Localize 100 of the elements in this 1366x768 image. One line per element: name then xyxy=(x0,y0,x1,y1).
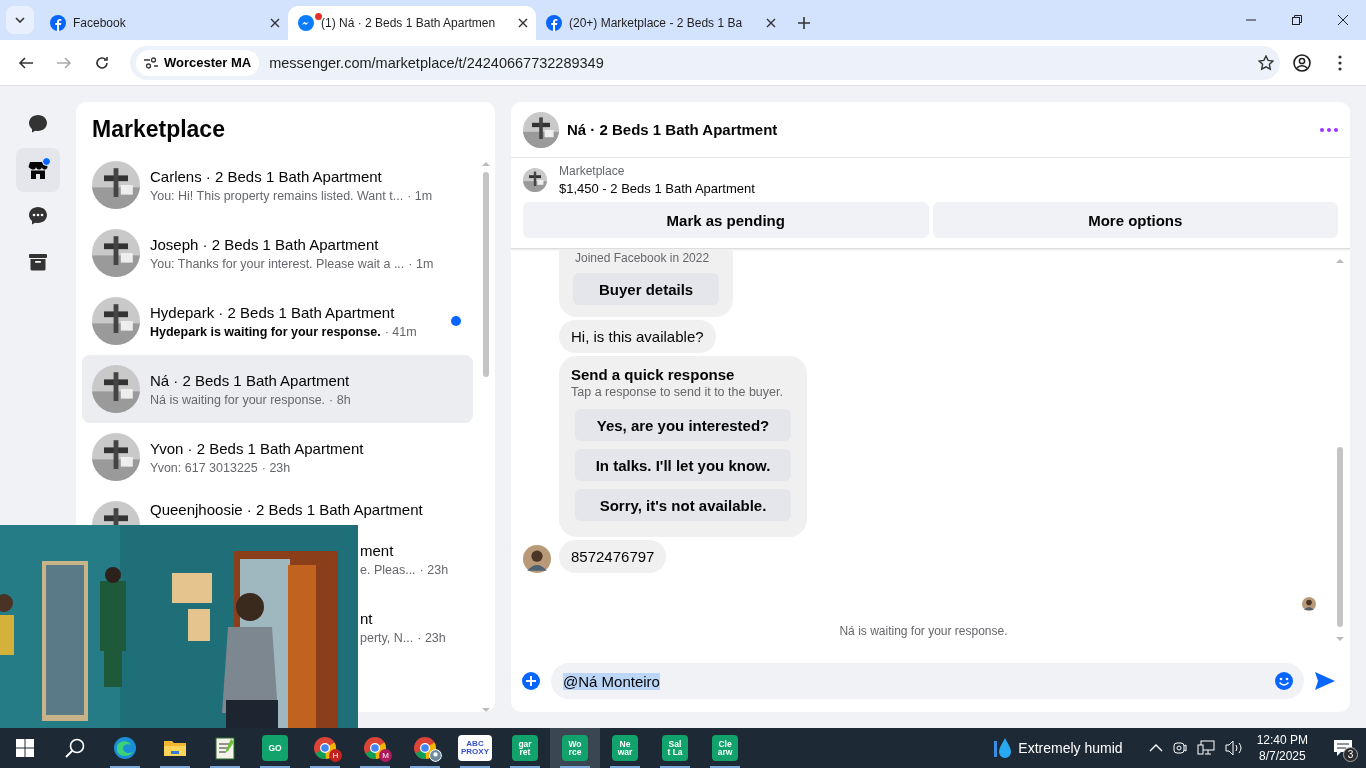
water-drop-icon[interactable] xyxy=(994,737,1013,759)
conversation-title: Ná · 2 Beds 1 Bath Apartment xyxy=(150,371,351,389)
url-text[interactable]: messenger.com/marketplace/t/24240667732289349 xyxy=(269,54,604,71)
search-icon[interactable] xyxy=(65,738,85,758)
buyer-details-button[interactable]: Buyer details xyxy=(573,273,720,305)
conversation-title: nt xyxy=(360,609,374,627)
chat-bubble-icon xyxy=(28,114,48,134)
network-icon[interactable] xyxy=(1196,740,1215,756)
action-button[interactable]: Mark as pending xyxy=(523,202,929,238)
volume-icon[interactable] xyxy=(1224,740,1243,756)
listing-title: $1,450 - 2 Beds 1 Bath Apartment xyxy=(559,181,755,196)
close-icon[interactable] xyxy=(766,18,776,28)
profile-badge-icon xyxy=(429,749,442,762)
message-preview: You: Thanks for your interest. Please wait a ... xyxy=(150,256,405,271)
avatar xyxy=(92,297,140,345)
timestamp: · 1m xyxy=(407,188,433,203)
browser-tab[interactable]: (1) Ná · 2 Beds 1 Bath Apartmen xyxy=(288,6,536,40)
app-tile-icon: Wo rce xyxy=(562,735,588,761)
more-icon[interactable] xyxy=(1320,127,1338,132)
timestamp: · 41m xyxy=(384,324,417,339)
browser-tab[interactable]: (20+) Marketplace - 2 Beds 1 Ba xyxy=(536,6,784,40)
send-icon[interactable] xyxy=(1314,671,1336,691)
storefront-icon xyxy=(28,160,48,180)
reload-icon[interactable] xyxy=(94,54,110,71)
conversation-title: ment xyxy=(360,541,395,559)
app-tile-icon: ABC PROXY xyxy=(458,735,492,761)
card-title: Send a quick response xyxy=(571,366,736,383)
message-preview: Yvon: 617 3013225 xyxy=(150,460,258,475)
quick-reply-button[interactable]: Yes, are you interested? xyxy=(575,409,791,441)
card-subtitle: Tap a response to send it to the buyer. xyxy=(571,385,784,399)
app-logo-icon xyxy=(50,15,66,31)
app-tile-icon: Sal t La xyxy=(662,735,688,761)
taskbar-app[interactable]: M xyxy=(350,728,400,768)
conversation-title: Carlens · 2 Beds 1 Bath Apartment xyxy=(150,167,383,185)
add-icon[interactable] xyxy=(521,671,541,691)
message-preview: You: Hi! This property remains listed. Want t... xyxy=(150,188,404,203)
avatar xyxy=(92,501,140,525)
message-bubble: Hi, is this available? xyxy=(559,320,716,353)
action-button[interactable]: More options xyxy=(932,202,1338,238)
sidebar-button[interactable] xyxy=(16,148,60,192)
conversation-item[interactable]: ment e. Pleas... · 23h xyxy=(354,525,473,593)
chrome-icon xyxy=(363,736,387,760)
close-icon[interactable] xyxy=(518,18,528,28)
weather-text[interactable]: Extremely humid xyxy=(1018,740,1123,756)
browser-tab[interactable]: Facebook xyxy=(40,6,288,40)
notepad-icon xyxy=(213,736,237,760)
tab-search-button[interactable] xyxy=(6,6,34,34)
tune-icon xyxy=(144,56,158,69)
message-bubble: 8572476797 xyxy=(559,540,667,573)
chevron-up-icon[interactable] xyxy=(1148,744,1163,752)
chat-bubble-icon xyxy=(298,15,314,31)
quick-reply-button[interactable]: Sorry, it's not available. xyxy=(575,489,791,521)
archive-box-icon xyxy=(28,252,48,272)
conversation-item[interactable]: Yvon · 2 Beds 1 Bath Apartment Yvon: 617 3013225 · 23h xyxy=(82,423,473,491)
conversation-title: Queenjhoosie · 2 Beds 1 Bath Apartment xyxy=(150,501,424,518)
chat-dots-icon xyxy=(28,206,48,226)
menu-icon[interactable] xyxy=(1338,54,1342,71)
conversation-item[interactable]: nt perty, N... · 23h xyxy=(354,593,473,661)
close-icon[interactable] xyxy=(1338,15,1348,25)
message-preview: perty, N... xyxy=(360,630,414,645)
clock-time: 12:40 PM xyxy=(1256,731,1308,748)
conversation-item[interactable]: Joseph · 2 Beds 1 Bath Apartment You: Thanks for your interest. Please wait a ... · 1m xyxy=(82,219,473,287)
status-text: Ná is waiting for your response. xyxy=(838,624,1009,638)
conversation-item[interactable]: Hydepark · 2 Beds 1 Bath Apartment Hydepark is waiting for your response. · 41m xyxy=(82,287,473,355)
conversation-item[interactable]: Ná · 2 Beds 1 Bath Apartment Ná is waiting for your response. · 8h xyxy=(82,355,473,423)
conversation-title: Yvon · 2 Beds 1 Bath Apartment xyxy=(150,439,365,457)
message-preview: e. Pleas... xyxy=(360,562,416,577)
windows-start-icon[interactable] xyxy=(16,739,34,757)
listing-source: Marketplace xyxy=(559,164,626,178)
timestamp: · 23h xyxy=(419,562,449,577)
conversation-title: Joseph · 2 Beds 1 Bath Apartment xyxy=(150,235,380,253)
avatar xyxy=(92,161,140,209)
message-preview: Hydepark is waiting for your response. xyxy=(150,324,381,339)
close-icon[interactable] xyxy=(270,18,280,28)
avatar xyxy=(92,229,140,277)
app-tile-icon: Ne war xyxy=(612,735,638,761)
timestamp: · 1m xyxy=(408,256,434,271)
avatar xyxy=(523,111,559,148)
browser-icon xyxy=(113,736,137,760)
plus-icon xyxy=(798,17,810,29)
taskbar-app[interactable]: ABC PROXY xyxy=(450,728,500,768)
camera-icon[interactable] xyxy=(1172,740,1187,756)
star-icon[interactable] xyxy=(1258,54,1274,71)
taskbar-app[interactable]: H xyxy=(300,728,350,768)
restore-icon[interactable] xyxy=(1292,15,1302,25)
clock-date: 8/7/2025 xyxy=(1258,748,1306,765)
timestamp: · 23h xyxy=(261,460,291,475)
smiley-icon[interactable] xyxy=(1274,671,1294,691)
app-tile-icon: Cle arw xyxy=(712,735,738,761)
unread-dot xyxy=(451,316,461,326)
quick-reply-button[interactable]: In talks. I'll let you know. xyxy=(575,449,791,481)
site-info-chip[interactable]: Worcester MA xyxy=(136,49,260,76)
clock[interactable]: 12:40 PM 8/7/2025 xyxy=(1256,731,1308,765)
scrollbar[interactable] xyxy=(481,160,491,712)
panel-heading: Marketplace xyxy=(92,116,226,143)
conversation-item[interactable]: Carlens · 2 Beds 1 Bath Apartment You: Hi! This property remains listed. Want t... · 1m xyxy=(82,151,473,219)
message-field[interactable]: @Ná Monteiro xyxy=(551,663,1304,699)
profile-badge: M xyxy=(379,749,392,762)
profile-icon[interactable] xyxy=(1293,53,1311,72)
back-arrow-icon[interactable] xyxy=(18,54,34,71)
